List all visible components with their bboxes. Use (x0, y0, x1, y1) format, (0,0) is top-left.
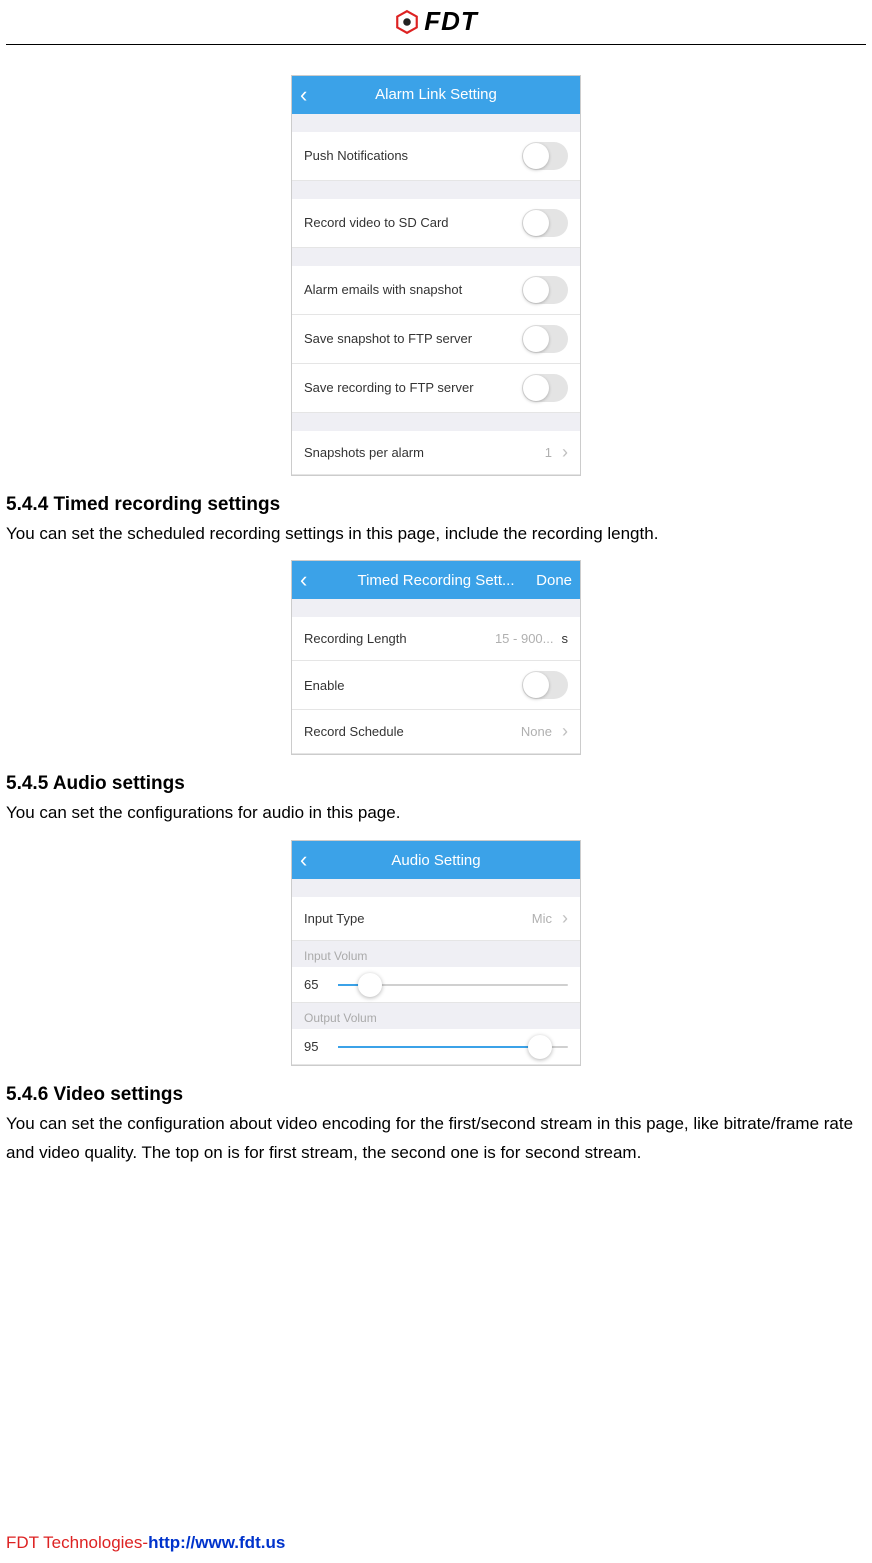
text-544: You can set the scheduled recording sett… (6, 520, 866, 549)
toggle-ftp-snap[interactable] (522, 325, 568, 353)
chevron-right-icon: › (562, 442, 568, 463)
footer-company: FDT Technologies- (6, 1533, 148, 1552)
row-value: 1 (545, 445, 552, 460)
row-record-schedule[interactable]: Record Schedule None › (292, 710, 580, 754)
row-label: Save snapshot to FTP server (304, 331, 522, 346)
row-recording-length[interactable]: Recording Length 15 - 900... s (292, 617, 580, 661)
section-input-volume: Input Volum (292, 941, 580, 967)
slider-track[interactable] (338, 1046, 568, 1048)
screenshot-audio-setting: ‹ Audio Setting Input Type Mic › Input V… (291, 840, 581, 1066)
row-ftp-snapshot: Save snapshot to FTP server (292, 315, 580, 364)
row-value: None (521, 724, 552, 739)
toggle-alarm-email[interactable] (522, 276, 568, 304)
slider-value: 65 (304, 977, 328, 992)
text-545: You can set the configurations for audio… (6, 799, 866, 828)
slider-input-volume: 65 (292, 967, 580, 1003)
row-label: Record Schedule (304, 724, 521, 739)
footer-url[interactable]: http://www.fdt.us (148, 1533, 285, 1552)
screenshot-timed-recording: ‹ Timed Recording Sett... Done Recording… (291, 560, 581, 755)
row-value: Mic (532, 911, 552, 926)
row-label: Snapshots per alarm (304, 445, 545, 460)
brand-logo: FDT (394, 6, 478, 37)
page-header: FDT (6, 0, 866, 45)
brand-text: FDT (424, 6, 478, 37)
toggle-push[interactable] (522, 142, 568, 170)
slider-track[interactable] (338, 984, 568, 986)
section-output-volume: Output Volum (292, 1003, 580, 1029)
slider-output-volume: 95 (292, 1029, 580, 1065)
nav-bar: ‹ Timed Recording Sett... Done (292, 561, 580, 599)
row-label: Input Type (304, 911, 532, 926)
row-label: Enable (304, 678, 522, 693)
row-ftp-recording: Save recording to FTP server (292, 364, 580, 413)
row-alarm-email: Alarm emails with snapshot (292, 266, 580, 315)
back-icon[interactable]: ‹ (300, 84, 307, 106)
back-icon[interactable]: ‹ (300, 849, 307, 871)
row-label: Save recording to FTP server (304, 380, 522, 395)
chevron-right-icon: › (562, 908, 568, 929)
row-push-notifications: Push Notifications (292, 132, 580, 181)
row-label: Push Notifications (304, 148, 522, 163)
row-enable: Enable (292, 661, 580, 710)
nav-bar: ‹ Alarm Link Setting (292, 76, 580, 114)
toggle-enable[interactable] (522, 671, 568, 699)
row-label: Alarm emails with snapshot (304, 282, 522, 297)
text-546: You can set the configuration about vide… (6, 1110, 866, 1168)
toggle-record-sd[interactable] (522, 209, 568, 237)
nav-bar: ‹ Audio Setting (292, 841, 580, 879)
heading-544: 5.4.4 Timed recording settings (6, 494, 866, 516)
heading-546: 5.4.6 Video settings (6, 1084, 866, 1106)
chevron-right-icon: › (562, 721, 568, 742)
row-placeholder: 15 - 900... (495, 631, 554, 646)
row-label: Recording Length (304, 631, 495, 646)
row-unit: s (562, 631, 569, 646)
nav-title: Audio Setting (292, 852, 580, 869)
row-input-type[interactable]: Input Type Mic › (292, 897, 580, 941)
row-record-sd: Record video to SD Card (292, 199, 580, 248)
slider-thumb[interactable] (358, 973, 382, 997)
screenshot-alarm-link: ‹ Alarm Link Setting Push Notifications … (291, 75, 581, 476)
row-label: Record video to SD Card (304, 215, 522, 230)
hexagon-icon (394, 9, 420, 35)
page-footer: FDT Technologies-http://www.fdt.us (6, 1533, 285, 1553)
slider-value: 95 (304, 1039, 328, 1054)
nav-title: Alarm Link Setting (292, 86, 580, 103)
slider-thumb[interactable] (528, 1035, 552, 1059)
done-button[interactable]: Done (536, 572, 572, 589)
heading-545: 5.4.5 Audio settings (6, 773, 866, 795)
row-snapshots-per-alarm[interactable]: Snapshots per alarm 1 › (292, 431, 580, 475)
toggle-ftp-rec[interactable] (522, 374, 568, 402)
back-icon[interactable]: ‹ (300, 569, 307, 591)
